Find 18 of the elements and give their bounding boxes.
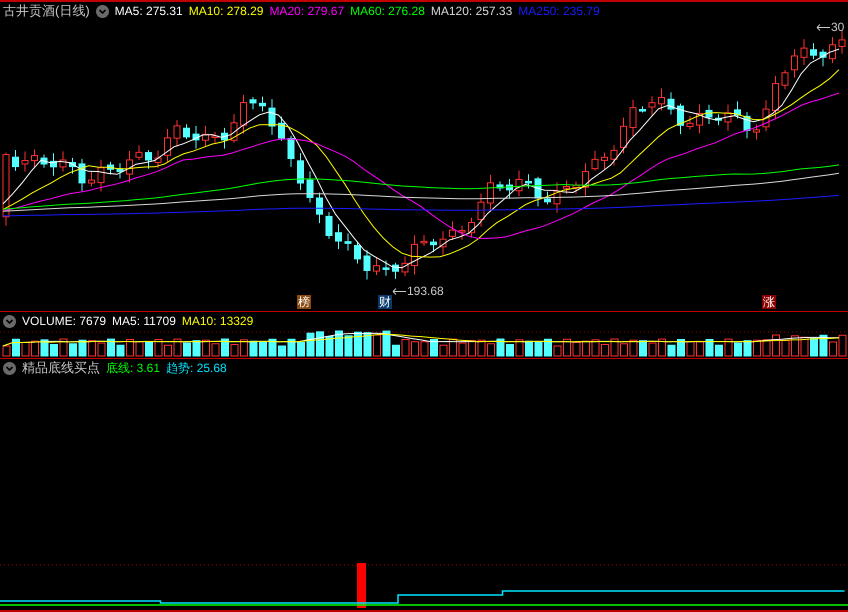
ma-value: MA250: 235.79 (518, 4, 600, 18)
event-tag[interactable]: 榜 (297, 295, 311, 309)
ma-value: MA10: 278.29 (188, 4, 264, 18)
event-tag[interactable]: 涨 (762, 295, 776, 309)
indicator-value: 底线: 3.61 (106, 360, 160, 376)
stock-title: 古井贡酒(日线) (3, 2, 90, 20)
volume-value: MA10: 13329 (182, 314, 254, 328)
ma-value: MA5: 275.31 (114, 4, 183, 18)
price-label: 193.68 (407, 284, 444, 298)
indicator-title: 精品底线买点 (22, 359, 100, 377)
ma-value: MA20: 279.67 (269, 4, 344, 18)
indicator-value: 趋势: 25.68 (166, 360, 227, 376)
ma-value: MA120: 257.33 (430, 4, 512, 18)
volume-value: VOLUME: 7679 (22, 314, 106, 328)
price-label: 30 (831, 20, 844, 34)
event-tag[interactable]: 财 (378, 295, 392, 309)
ma-value: MA60: 276.28 (350, 4, 425, 18)
volume-value: MA5: 11709 (112, 314, 176, 328)
